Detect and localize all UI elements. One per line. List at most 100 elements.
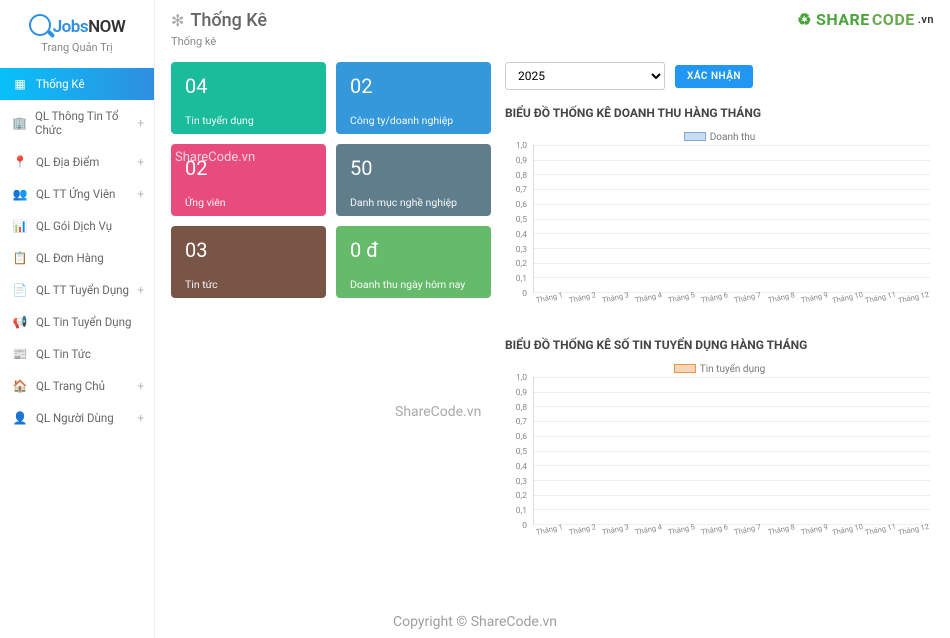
sidebar-label: QL Gói Dịch Vụ bbox=[36, 219, 112, 233]
expand-icon: + bbox=[137, 283, 144, 297]
sidebar-label: Thống Kê bbox=[36, 77, 85, 91]
sidebar-item-4[interactable]: 📊 QL Gói Dịch Vụ bbox=[0, 210, 154, 242]
y-tick: 0,5 bbox=[516, 447, 527, 457]
sidebar-label: QL Thông Tin Tổ Chức bbox=[35, 109, 137, 137]
sidebar-item-8[interactable]: 📰 QL Tin Tức bbox=[0, 338, 154, 370]
sidebar-item-3[interactable]: 👥 QL TT Ứng Viên + bbox=[0, 178, 154, 210]
stat-card-2[interactable]: ShareCode.vn02Ứng viên bbox=[171, 144, 326, 216]
y-tick: 1,0 bbox=[516, 141, 527, 151]
sidebar-icon: 🏢 bbox=[12, 116, 27, 130]
y-tick: 0,6 bbox=[516, 200, 527, 210]
y-tick: 0,9 bbox=[516, 388, 527, 398]
chart1: Doanh thu 1,00,90,80,70,60,50,40,30,20,1… bbox=[505, 132, 934, 322]
sidebar-icon: 👥 bbox=[12, 187, 28, 201]
expand-icon: + bbox=[137, 116, 144, 130]
sidebar-label: QL Tin Tuyển Dụng bbox=[36, 315, 131, 329]
card-label: Tin tức bbox=[185, 278, 312, 291]
sidebar: JobsNOW Trang Quản Trị ▦ Thống Kê 🏢 QL Thôn… bbox=[0, 0, 155, 638]
year-select[interactable]: 2025 bbox=[505, 62, 665, 90]
card-label: Danh mục nghề nghiệp bbox=[350, 196, 477, 209]
sidebar-item-7[interactable]: 📢 QL Tin Tuyển Dụng bbox=[0, 306, 154, 338]
card-label: Doanh thu ngày hôm nay bbox=[350, 278, 477, 291]
sidebar-icon: 📊 bbox=[12, 219, 28, 233]
main: ✻ Thống Kê Thống kê ♻ SHARECODE.vn 04Tin… bbox=[155, 0, 950, 638]
stat-card-1[interactable]: 02 Công ty/doanh nghiệp bbox=[336, 62, 491, 134]
y-tick: 0,2 bbox=[516, 491, 527, 501]
card-value: 50 bbox=[350, 156, 477, 180]
logo-icon bbox=[29, 14, 51, 36]
y-tick: 0 bbox=[522, 289, 527, 299]
sidebar-label: QL Tin Tức bbox=[36, 347, 91, 361]
sidebar-label: QL Người Dùng bbox=[36, 411, 114, 425]
filter-row: 2025 XÁC NHẬN bbox=[505, 62, 934, 90]
sidebar-subtitle: Trang Quản Trị bbox=[0, 41, 154, 68]
page-title-text: Thống Kê bbox=[190, 10, 267, 31]
sidebar-icon: 📋 bbox=[12, 251, 28, 265]
sidebar-icon: 📍 bbox=[12, 155, 28, 169]
y-tick: 0,1 bbox=[516, 506, 527, 516]
y-tick: 0,4 bbox=[516, 230, 527, 240]
stat-card-5[interactable]: 0 đ Doanh thu ngày hôm nay bbox=[336, 226, 491, 298]
sidebar-item-2[interactable]: 📍 QL Địa Điểm + bbox=[0, 146, 154, 178]
sidebar-item-10[interactable]: 👤 QL Người Dùng + bbox=[0, 402, 154, 434]
card-label: Ứng viên bbox=[185, 196, 312, 209]
y-tick: 0,7 bbox=[516, 417, 527, 427]
expand-icon: + bbox=[137, 155, 144, 169]
y-tick: 0,8 bbox=[516, 171, 527, 181]
logo: JobsNOW bbox=[0, 0, 154, 41]
sidebar-item-5[interactable]: 📋 QL Đơn Hàng bbox=[0, 242, 154, 274]
y-tick: 0,9 bbox=[516, 156, 527, 166]
sidebar-label: QL TT Ứng Viên bbox=[36, 187, 115, 201]
y-tick: 0,3 bbox=[516, 477, 527, 487]
sidebar-label: QL Đơn Hàng bbox=[36, 251, 104, 265]
sidebar-icon: 👤 bbox=[12, 411, 28, 425]
stat-card-0[interactable]: 04 Tin tuyển dụng bbox=[171, 62, 326, 134]
expand-icon: + bbox=[137, 187, 144, 201]
chart1-title: BIỂU ĐỒ THỐNG KÊ DOANH THU HÀNG THÁNG bbox=[505, 106, 934, 120]
sidebar-item-6[interactable]: 📄QL TT Tuyển Dụng+ bbox=[0, 274, 154, 306]
y-tick: 0,1 bbox=[516, 274, 527, 284]
copyright: Copyright © ShareCode.vn bbox=[155, 614, 950, 630]
sidebar-icon: 🏠 bbox=[12, 379, 28, 393]
chart2-title: BIỂU ĐỒ THỐNG KÊ SỐ TIN TUYỂN DỤNG HÀNG … bbox=[505, 338, 934, 352]
sidebar-icon: 📢 bbox=[12, 315, 28, 329]
card-value: 02 bbox=[185, 156, 312, 180]
sidebar-icon: 📰 bbox=[12, 347, 28, 361]
chart2-legend: Tin tuyển dụng bbox=[505, 364, 934, 375]
stat-card-4[interactable]: 03 Tin tức bbox=[171, 226, 326, 298]
sidebar-icon: ▦ bbox=[12, 77, 28, 91]
wm-vn: .vn bbox=[918, 13, 934, 26]
expand-icon: + bbox=[137, 411, 144, 425]
chart1-legend: Doanh thu bbox=[505, 132, 934, 143]
chart1-legend-swatch bbox=[684, 132, 706, 141]
card-value: 03 bbox=[185, 238, 312, 262]
logo-text-dark: NOW bbox=[88, 17, 125, 37]
y-tick: 0,2 bbox=[516, 259, 527, 269]
y-tick: 0,4 bbox=[516, 462, 527, 472]
card-value: 0 đ bbox=[350, 238, 477, 262]
sidebar-item-9[interactable]: 🏠 QL Trang Chủ + bbox=[0, 370, 154, 402]
confirm-button[interactable]: XÁC NHẬN bbox=[675, 65, 753, 88]
y-tick: 1,0 bbox=[516, 373, 527, 383]
breadcrumb: Thống kê bbox=[171, 35, 267, 48]
stat-card-3[interactable]: 50 Danh mục nghề nghiệp bbox=[336, 144, 491, 216]
sidebar-label: QL Trang Chủ bbox=[36, 379, 105, 393]
expand-icon: + bbox=[137, 379, 144, 393]
chart2-legend-swatch bbox=[674, 364, 696, 373]
y-tick: 0,8 bbox=[516, 403, 527, 413]
sidebar-item-1[interactable]: 🏢 QL Thông Tin Tổ Chức+ bbox=[0, 100, 154, 146]
card-value: 04 bbox=[185, 74, 312, 98]
logo-text-blue: Jobs bbox=[53, 17, 88, 37]
y-tick: 0 bbox=[522, 521, 527, 531]
sidebar-label: QL TT Tuyển Dụng bbox=[36, 283, 129, 297]
y-tick: 0,6 bbox=[516, 432, 527, 442]
y-tick: 0,5 bbox=[516, 215, 527, 225]
sidebar-item-0[interactable]: ▦ Thống Kê bbox=[0, 68, 154, 100]
card-label: Tin tuyển dụng bbox=[185, 114, 312, 127]
spinner-icon: ✻ bbox=[171, 11, 184, 30]
sidebar-label: QL Địa Điểm bbox=[36, 155, 99, 169]
chart1-plot bbox=[533, 145, 930, 293]
card-label: Công ty/doanh nghiệp bbox=[350, 114, 477, 127]
card-value: 02 bbox=[350, 74, 477, 98]
y-tick: 0,3 bbox=[516, 245, 527, 255]
